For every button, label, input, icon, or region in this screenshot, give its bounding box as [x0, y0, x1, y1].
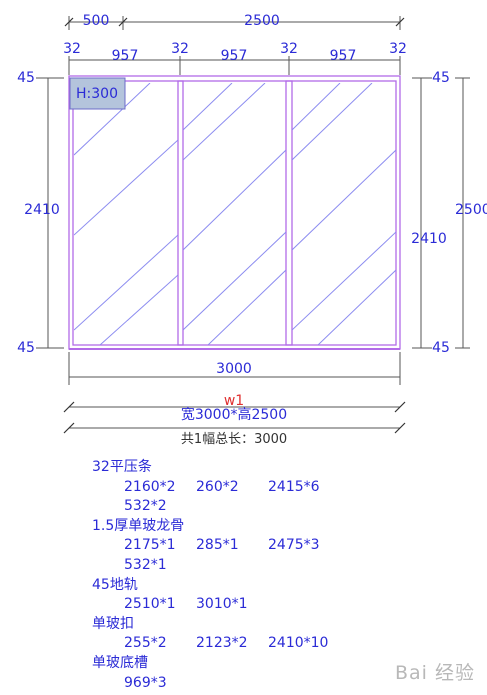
dim-seg-4: 957 — [221, 48, 248, 64]
glass-pane-2 — [183, 83, 286, 345]
bom-value: 2160*2 — [124, 478, 176, 495]
bom-row: 2160*2 260*2 2415*6 — [92, 478, 472, 498]
watermark: Bai 经验 — [395, 662, 475, 684]
bom-value: 2415*6 — [268, 478, 320, 495]
dim-seg-3: 32 — [171, 41, 189, 57]
bom-value: 2410*10 — [268, 635, 329, 652]
dim-right-middle: 2410 — [411, 231, 447, 247]
dim-top-total: 2500 — [244, 13, 280, 29]
glass-pane-3 — [292, 83, 396, 345]
bom-value: 260*2 — [196, 478, 239, 495]
bom-row: 2175*1 285*1 2475*3 — [92, 536, 472, 556]
dim-seg-5: 32 — [280, 41, 298, 57]
bom-section-title: 单玻扣 — [92, 615, 134, 632]
window-frame — [68, 75, 401, 350]
dim-left-middle: 2410 — [24, 202, 60, 218]
bom-value: 2475*3 — [268, 537, 320, 554]
dim-seg-7: 32 — [389, 41, 407, 57]
handle-height-label: H:300 — [76, 86, 118, 102]
bom-row: 532*2 — [92, 497, 472, 517]
bom-value: 3010*1 — [196, 596, 248, 613]
dim-top-left: 500 — [83, 13, 110, 29]
bom-value: 969*3 — [124, 674, 167, 691]
handle-height-box: H:300 — [69, 77, 126, 110]
bom-row: 2510*1 3010*1 — [92, 595, 472, 615]
bom-row: 532*1 — [92, 556, 472, 576]
window-size-label: 宽3000*高2500 — [181, 406, 287, 423]
dim-bottom-width: 3000 — [216, 361, 252, 377]
bom-section-title: 45地轨 — [92, 576, 138, 593]
dim-left-top: 45 — [17, 70, 35, 86]
top-dimension-lines — [68, 16, 401, 75]
dim-seg-2: 957 — [112, 48, 139, 64]
dim-right-top: 45 — [432, 70, 450, 86]
dim-right-total: 2500 — [455, 202, 487, 218]
window-elevation-drawing: 500 2500 32 957 32 957 32 957 32 45 2410… — [17, 13, 487, 447]
bom-value: 2510*1 — [124, 596, 176, 613]
bom-value: 285*1 — [196, 537, 239, 554]
bom-value: 2123*2 — [196, 635, 248, 652]
bom-value: 532*1 — [124, 556, 167, 573]
bom-value: 532*2 — [124, 498, 167, 515]
bom-section-title: 32平压条 — [92, 459, 152, 475]
dim-left-bottom: 45 — [17, 340, 35, 356]
dim-seg-1: 32 — [63, 41, 81, 57]
glass-pane-1 — [74, 83, 178, 345]
bom-row: 255*2 2123*2 2410*10 — [92, 634, 472, 654]
window-total-label: 共1幅总长：3000 — [181, 432, 287, 447]
bom-value: 255*2 — [124, 635, 167, 652]
bom-value: 2175*1 — [124, 537, 176, 554]
dim-right-bottom: 45 — [432, 340, 450, 356]
dim-seg-6: 957 — [330, 48, 357, 64]
bom-section-title: 1.5厚单玻龙骨 — [92, 517, 185, 534]
